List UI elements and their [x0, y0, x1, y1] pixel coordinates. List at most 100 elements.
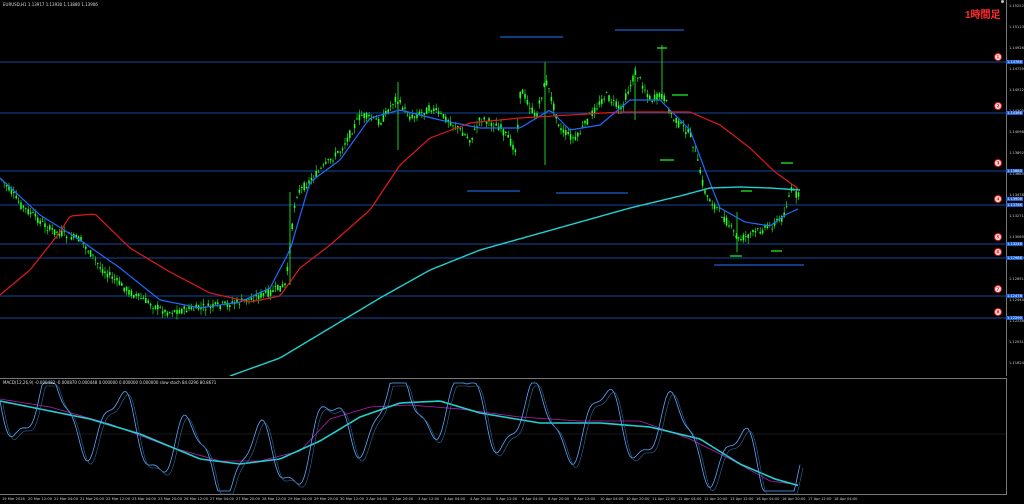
time-axis-label: 13 Apr 12:00: [730, 497, 754, 501]
candle: [133, 294, 135, 299]
candle: [579, 129, 581, 135]
candle: [17, 197, 20, 205]
candle-body: [286, 266, 289, 272]
candle: [584, 119, 586, 127]
candle: [706, 194, 709, 201]
candle-body: [337, 150, 339, 153]
candle-body: [157, 304, 159, 310]
level-number-badge: ①: [994, 53, 1002, 61]
candle: [625, 88, 627, 103]
candle-body: [507, 134, 509, 138]
candle-body: [22, 205, 25, 208]
price-chart-svg[interactable]: [0, 0, 1006, 376]
candle-body: [185, 310, 188, 313]
time-axis-label: 19 Mar 2018: [2, 497, 25, 501]
macd-indicator-pane[interactable]: [0, 378, 1007, 495]
candle-body: [113, 279, 116, 280]
candle: [233, 299, 236, 310]
candle: [176, 305, 178, 320]
chart-window[interactable]: EURUSD,H1 1.13917 1.13930 1.13880 1.1390…: [0, 0, 1024, 503]
candle: [481, 118, 483, 127]
candle: [754, 227, 757, 238]
candle-body: [721, 216, 723, 218]
candle: [104, 266, 106, 279]
candle: [608, 94, 610, 103]
candle: [346, 133, 349, 146]
candle: [646, 89, 649, 103]
candle-body: [269, 289, 272, 296]
candle-body: [159, 307, 161, 308]
candle: [181, 307, 183, 315]
time-axis-label: 10 Apr 04:00: [600, 497, 624, 501]
price-tag-label: 1.14766: [1007, 60, 1022, 64]
candle: [51, 224, 53, 235]
candle-body: [524, 93, 526, 99]
candle: [577, 131, 579, 142]
candle-body: [87, 251, 89, 253]
candle-body: [435, 108, 437, 111]
candle-body: [207, 303, 209, 306]
candle: [538, 96, 541, 109]
candle-body: [181, 308, 183, 314]
time-axis-label: 4 Apr 20:00: [470, 497, 492, 501]
candle-body: [27, 209, 29, 215]
price-axis[interactable]: [1007, 0, 1024, 494]
candle-body: [615, 101, 617, 107]
candle: [106, 270, 109, 283]
candle: [70, 232, 73, 241]
macd-indicator-svg[interactable]: [0, 379, 1006, 495]
candle-body: [130, 290, 133, 296]
candle: [435, 103, 437, 113]
candle: [89, 249, 92, 258]
candle-body: [437, 111, 440, 114]
candle-body: [737, 237, 740, 239]
candle-body: [567, 132, 569, 135]
candle: [449, 116, 452, 127]
candle: [296, 195, 298, 199]
candle: [697, 153, 699, 161]
candle: [118, 276, 121, 286]
candle-body: [238, 303, 241, 305]
candle-body: [632, 75, 634, 82]
candle: [411, 109, 413, 120]
candle: [207, 299, 209, 307]
candle-body: [154, 305, 157, 309]
candle: [603, 95, 605, 103]
candle-body: [646, 94, 649, 98]
candle: [87, 249, 89, 255]
candle: [788, 191, 790, 198]
chart-settings-icon[interactable]: [1001, 0, 1004, 3]
candle: [610, 98, 613, 106]
candle: [749, 231, 752, 239]
candle: [425, 106, 428, 114]
candle-body: [291, 223, 293, 230]
candle-body: [593, 107, 596, 114]
candle: [521, 88, 524, 94]
candle: [344, 137, 346, 149]
candle-body: [757, 228, 759, 230]
candle: [514, 148, 517, 156]
price-axis-label: 1.11824: [1009, 361, 1024, 365]
candle-body: [694, 150, 697, 152]
price-tag-label: 1.13246: [1007, 242, 1022, 246]
candle-body: [65, 236, 68, 239]
candle-body: [675, 117, 677, 123]
candle: [221, 300, 224, 305]
candle: [125, 285, 128, 296]
time-axis-label: 26 Mar 12:00: [184, 497, 208, 501]
candle-body: [670, 112, 673, 115]
candle-body: [574, 136, 577, 140]
candle: [128, 286, 130, 298]
time-axis-label: 2 Apr 04:00: [366, 497, 388, 501]
candle: [293, 202, 296, 213]
candle: [502, 127, 505, 141]
candle-body: [205, 309, 207, 311]
candle: [529, 102, 531, 115]
price-chart-pane[interactable]: [0, 0, 1007, 376]
candle: [32, 209, 34, 214]
candle-body: [85, 246, 87, 249]
candle: [730, 223, 733, 229]
candle: [569, 128, 572, 145]
time-axis-label: 21 Mar 04:00: [54, 497, 78, 501]
candle: [145, 293, 147, 304]
